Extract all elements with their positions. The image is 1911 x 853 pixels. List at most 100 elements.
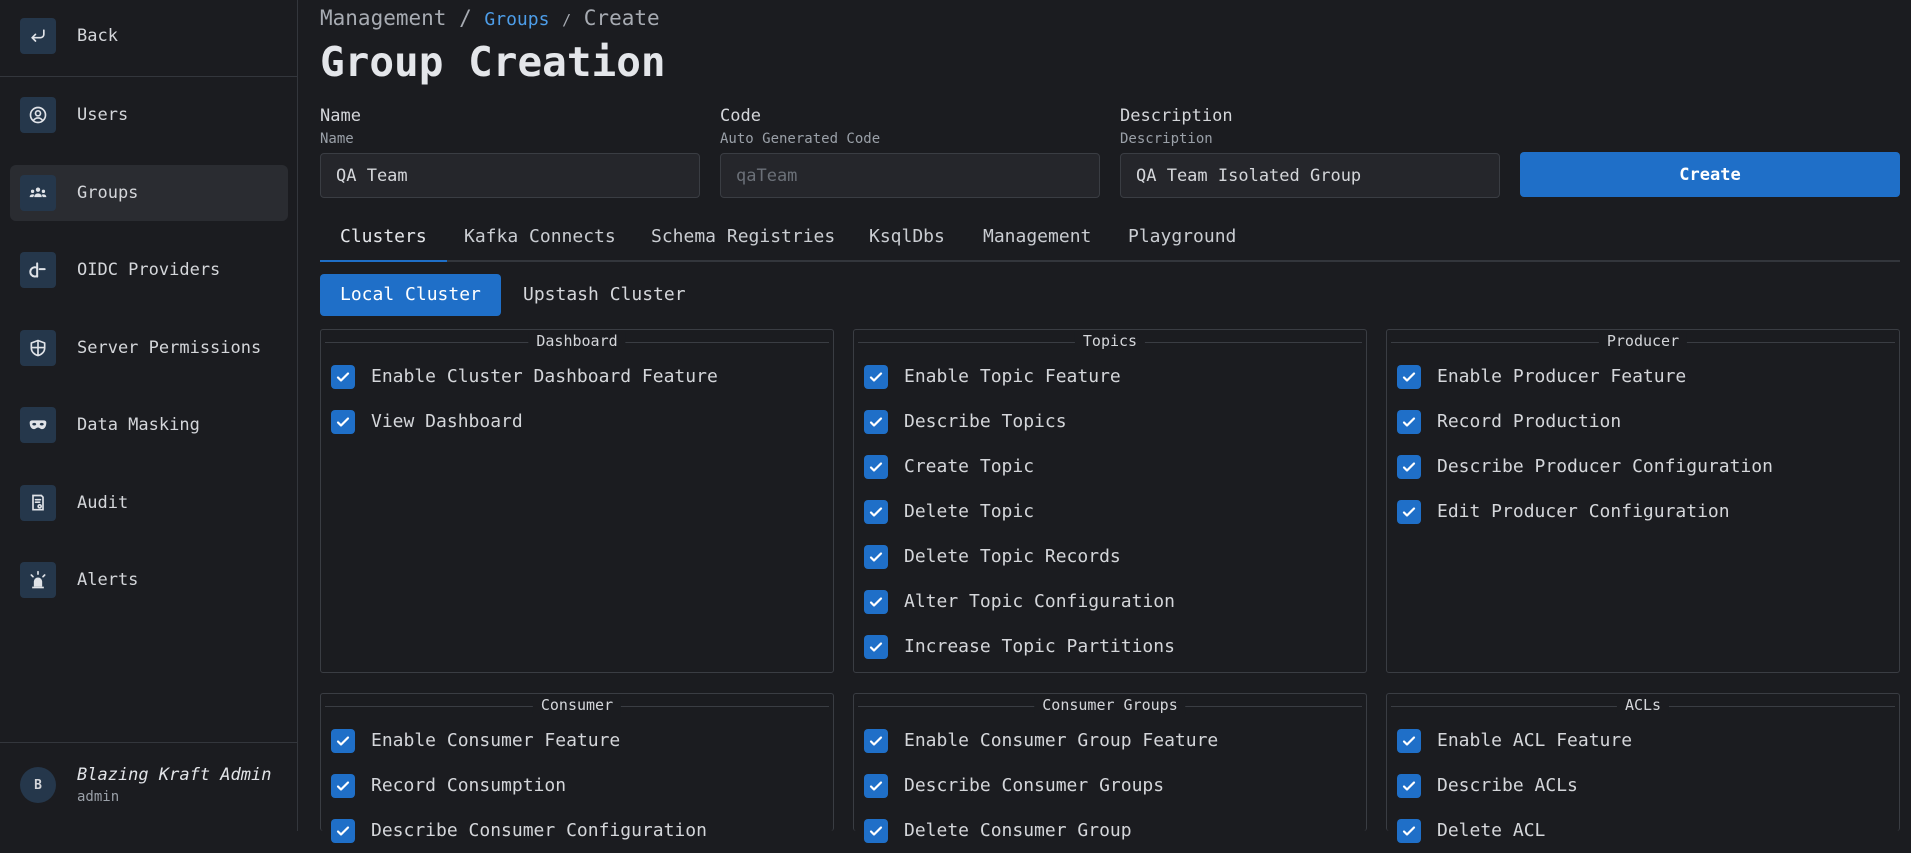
sidebar-item-alerts[interactable]: Alerts	[10, 552, 288, 608]
permission-panel-consumer-groups: Consumer Groups Enable Consumer Group Fe…	[853, 693, 1367, 843]
user-role: admin	[77, 789, 120, 805]
check-icon	[869, 596, 883, 607]
tab-clusters[interactable]: Clusters	[320, 220, 447, 262]
back-label: Back	[77, 26, 118, 46]
checkbox-checked[interactable]	[1397, 499, 1421, 524]
check-icon	[336, 416, 350, 427]
shield-icon	[20, 330, 56, 366]
panel-title: Consumer	[532, 696, 622, 714]
check-icon	[869, 551, 883, 562]
back-button[interactable]: Back	[10, 8, 288, 64]
alarm-icon	[20, 562, 56, 598]
checkbox-checked[interactable]	[864, 499, 888, 524]
subtab-upstash-cluster[interactable]: Upstash Cluster	[523, 274, 686, 316]
permission-label: Describe Topics	[904, 411, 1067, 432]
permission-panel-topics: Topics Enable Topic Feature Describe Top…	[853, 329, 1367, 673]
permission-label: Record Consumption	[371, 775, 567, 796]
create-button[interactable]: Create	[1520, 152, 1900, 197]
permission-label: Describe Consumer Groups	[904, 775, 1165, 796]
permission-item: Record Consumption	[331, 763, 833, 808]
checkbox-checked[interactable]	[864, 364, 888, 389]
tab-management[interactable]: Management	[983, 220, 1091, 260]
user-profile[interactable]: B Blazing Kraft Admin admin	[20, 765, 271, 805]
arrow-left-icon	[20, 18, 56, 54]
checkbox-checked[interactable]	[1397, 728, 1421, 753]
permission-panel-acls: ACLs Enable ACL Feature Describe ACLs De…	[1386, 693, 1900, 843]
checkbox-checked[interactable]	[1397, 773, 1421, 798]
permission-item: Edit Producer Configuration	[1397, 489, 1899, 534]
code-sublabel: Auto Generated Code	[720, 131, 881, 147]
code-input[interactable]	[720, 153, 1100, 198]
tab-playground[interactable]: Playground	[1128, 220, 1236, 260]
permission-label: Record Production	[1437, 411, 1622, 432]
check-icon	[1402, 416, 1416, 427]
name-label: Name	[320, 106, 361, 126]
permission-label: Create Topic	[904, 456, 1035, 477]
permission-label: Enable Cluster Dashboard Feature	[371, 366, 718, 387]
check-icon	[869, 461, 883, 472]
permission-label: View Dashboard	[371, 411, 523, 432]
permission-label: Delete Topic	[904, 501, 1035, 522]
permission-item: Enable Consumer Group Feature	[864, 718, 1366, 763]
permission-item: Enable Consumer Feature	[331, 718, 833, 763]
permission-list: Enable Consumer Feature Record Consumpti…	[321, 718, 833, 853]
sidebar-item-audit[interactable]: Audit	[10, 475, 288, 531]
description-input[interactable]	[1120, 153, 1500, 198]
permission-item: Enable ACL Feature	[1397, 718, 1899, 763]
code-field-group: Code Auto Generated Code	[720, 106, 1100, 198]
check-icon	[1402, 735, 1416, 746]
checkbox-checked[interactable]	[864, 634, 888, 659]
permission-panel-dashboard: Dashboard Enable Cluster Dashboard Featu…	[320, 329, 834, 673]
sidebar-divider	[0, 76, 297, 77]
checkbox-checked[interactable]	[864, 589, 888, 614]
code-label: Code	[720, 106, 761, 126]
check-icon	[869, 416, 883, 427]
sidebar-item-users[interactable]: Users	[10, 87, 288, 143]
panel-title: Dashboard	[528, 332, 626, 350]
page-title: Group Creation	[320, 38, 666, 86]
permission-list: Enable Topic Feature Describe Topics Cre…	[854, 354, 1366, 669]
checkbox-checked[interactable]	[864, 773, 888, 798]
permission-item: Alter Topic Configuration	[864, 579, 1366, 624]
checkbox-checked[interactable]	[1397, 364, 1421, 389]
subtab-local-cluster[interactable]: Local Cluster	[320, 274, 501, 316]
permission-item: Create Topic	[864, 444, 1366, 489]
check-icon	[1402, 371, 1416, 382]
permission-label: Enable Consumer Feature	[371, 730, 621, 751]
name-field-group: Name Name	[320, 106, 700, 198]
checkbox-checked[interactable]	[1397, 454, 1421, 479]
checkbox-checked[interactable]	[864, 728, 888, 753]
checkbox-checked[interactable]	[331, 773, 355, 798]
breadcrumb-link-groups[interactable]: Groups	[484, 9, 549, 30]
permission-list: Enable Producer Feature Record Productio…	[1387, 354, 1899, 534]
sidebar-item-server-permissions[interactable]: Server Permissions	[10, 320, 288, 376]
sidebar-item-label: Data Masking	[77, 415, 200, 435]
breadcrumb: Management / Groups / Create	[320, 6, 660, 30]
sidebar-item-label: OIDC Providers	[77, 260, 221, 280]
checkbox-checked[interactable]	[331, 728, 355, 753]
mask-icon	[20, 407, 56, 443]
permission-list: Enable Cluster Dashboard Feature View Da…	[321, 354, 833, 444]
checkbox-checked[interactable]	[864, 544, 888, 569]
checkbox-checked[interactable]	[864, 409, 888, 434]
check-icon	[869, 371, 883, 382]
name-input[interactable]	[320, 153, 700, 198]
checkbox-checked[interactable]	[331, 364, 355, 389]
panel-title: Topics	[1074, 332, 1146, 350]
sidebar-item-groups[interactable]: Groups	[10, 165, 288, 221]
tab-schema-registries[interactable]: Schema Registries	[651, 220, 835, 260]
sidebar-item-oidc-providers[interactable]: OIDC Providers	[10, 242, 288, 298]
sidebar-item-data-masking[interactable]: Data Masking	[10, 397, 288, 453]
checkbox-checked[interactable]	[864, 454, 888, 479]
report-icon	[20, 485, 56, 521]
permission-panel-producer: Producer Enable Producer Feature Record …	[1386, 329, 1900, 673]
permission-label: Enable Consumer Group Feature	[904, 730, 1219, 751]
tab-kafka-connects[interactable]: Kafka Connects	[464, 220, 616, 260]
checkbox-checked[interactable]	[331, 409, 355, 434]
tab-ksqldbs[interactable]: KsqlDbs	[869, 220, 945, 260]
description-sublabel: Description	[1120, 131, 1213, 147]
oidc-icon	[20, 252, 56, 288]
description-label: Description	[1120, 106, 1233, 126]
check-icon	[869, 735, 883, 746]
checkbox-checked[interactable]	[1397, 409, 1421, 434]
